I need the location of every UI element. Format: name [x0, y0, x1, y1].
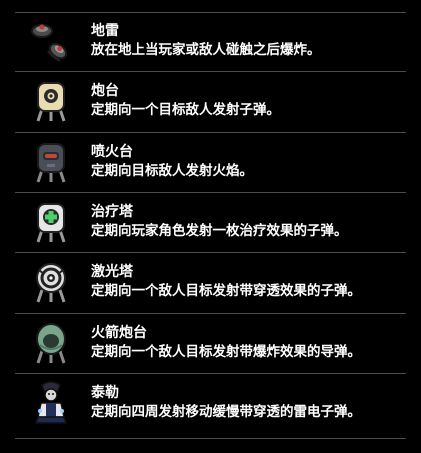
item-description: 放在地上当玩家或敌人碰触之后爆炸。 [91, 42, 321, 58]
divider [15, 252, 406, 253]
list-item-tyler[interactable]: 泰勒 定期向四周发射移动缓慢带穿透的雷电子弹。 [15, 375, 406, 433]
divider [15, 132, 406, 133]
list-item-laser-tower[interactable]: 激光塔 定期向一个敌人目标发射带穿透效果的子弹。 [15, 254, 406, 312]
divider [15, 373, 406, 374]
item-name: 火箭炮台 [91, 325, 147, 341]
item-description: 定期向四周发射移动缓慢带穿透的雷电子弹。 [91, 404, 361, 420]
item-name: 地雷 [91, 23, 119, 39]
item-name: 激光塔 [91, 264, 133, 280]
item-name: 喷火台 [91, 144, 133, 160]
tyler-icon [30, 381, 72, 427]
healing-tower-icon [30, 200, 72, 246]
divider [15, 313, 406, 314]
item-name: 炮台 [91, 83, 119, 99]
laser-tower-icon [30, 260, 72, 306]
landmine-icon [30, 19, 72, 65]
divider [15, 438, 406, 439]
turret-icon [30, 79, 72, 125]
divider [15, 71, 406, 72]
item-description: 定期向一个敌人目标发射带爆炸效果的导弹。 [91, 344, 361, 360]
list-item-turret[interactable]: 炮台 定期向一个目标敌人发射子弹。 [15, 73, 406, 131]
item-name: 泰勒 [91, 385, 119, 401]
rocket-turret-icon [30, 321, 72, 367]
item-name: 治疗塔 [91, 204, 133, 220]
list-item-rocket-turret[interactable]: 火箭炮台 定期向一个敌人目标发射带爆炸效果的导弹。 [15, 315, 406, 373]
divider [15, 192, 406, 193]
list-item-landmine[interactable]: 地雷 放在地上当玩家或敌人碰触之后爆炸。 [15, 13, 406, 71]
list-item-flamethrower-turret[interactable]: 喷火台 定期向目标敌人发射火焰。 [15, 134, 406, 192]
item-description: 定期向一个目标敌人发射子弹。 [91, 102, 280, 118]
flamethrower-turret-icon [30, 140, 72, 186]
structure-list: 地雷 放在地上当玩家或敌人碰触之后爆炸。 炮台 定期向一个目标敌人发射子弹。 喷… [0, 0, 421, 453]
item-description: 定期向玩家角色发射一枚治疗效果的子弹。 [91, 223, 348, 239]
item-description: 定期向目标敌人发射火焰。 [91, 163, 253, 179]
item-description: 定期向一个敌人目标发射带穿透效果的子弹。 [91, 283, 361, 299]
list-item-healing-tower[interactable]: 治疗塔 定期向玩家角色发射一枚治疗效果的子弹。 [15, 194, 406, 252]
